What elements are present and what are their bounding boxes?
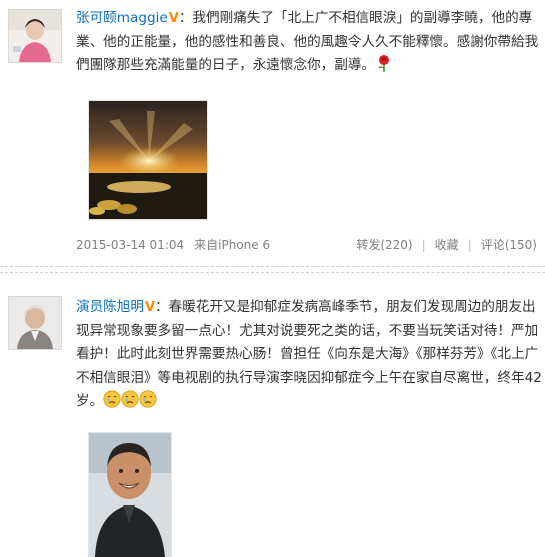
post-text: 张可颐maggieV：我們剛痛失了「北上广不相信眼淚」的副導李曉，他的專業、他的… (76, 7, 542, 78)
username-link[interactable]: 演员陈旭明 (76, 299, 144, 315)
post-content: 张可颐maggieV：我們剛痛失了「北上广不相信眼淚」的副導李曉，他的專業、他的… (76, 7, 542, 78)
sad-face-icon (121, 390, 139, 408)
post-content: 演员陈旭明V：春暖花开又是抑郁症发病高峰季节，朋友们发现周边的朋友出现异常现象要… (76, 296, 542, 414)
post-text: 演员陈旭明V：春暖花开又是抑郁症发病高峰季节，朋友们发现周边的朋友出现异常现象要… (76, 296, 542, 414)
rose-icon (378, 55, 390, 72)
post-divider (0, 272, 545, 273)
sunset-field-photo (89, 101, 207, 219)
avatar[interactable] (8, 9, 62, 63)
sad-face-icon (103, 390, 121, 408)
colon: ： (178, 10, 193, 26)
favorite-button[interactable]: 收藏 (435, 238, 459, 252)
smiling-man-photo (89, 433, 171, 557)
avatar[interactable] (8, 296, 62, 350)
avatar-image (9, 297, 61, 349)
weibo-post: 演员陈旭明V：春暖花开又是抑郁症发病高峰季节，朋友们发现周边的朋友出现异常现象要… (0, 282, 545, 557)
post-meta: 2015-03-14 01:04 来自iPhone 6 转发(220) | 收藏 | 评论… (76, 236, 542, 254)
verified-badge-icon: V (144, 300, 156, 315)
sad-face-icon (139, 390, 157, 408)
comment-button[interactable]: 评论(150) (481, 238, 537, 252)
post-time[interactable]: 2015-03-14 01:04 (76, 238, 184, 252)
verified-badge-icon: V (168, 11, 179, 26)
post-actions: 转发(220) | 收藏 | 评论(150) (356, 236, 537, 254)
source-device[interactable]: iPhone 6 (218, 238, 270, 252)
separator: | (467, 238, 472, 252)
separator: | (421, 238, 426, 252)
colon: ： (155, 299, 169, 315)
weibo-post: 张可颐maggieV：我們剛痛失了「北上广不相信眼淚」的副導李曉，他的專業、他的… (0, 0, 545, 262)
post-divider (0, 266, 545, 267)
username-link[interactable]: 张可颐maggie (76, 10, 168, 26)
source-label: 来自 (194, 238, 219, 252)
post-image[interactable] (88, 432, 172, 557)
repost-button[interactable]: 转发(220) (356, 238, 412, 252)
avatar-image (9, 10, 61, 62)
post-image[interactable] (88, 100, 208, 220)
